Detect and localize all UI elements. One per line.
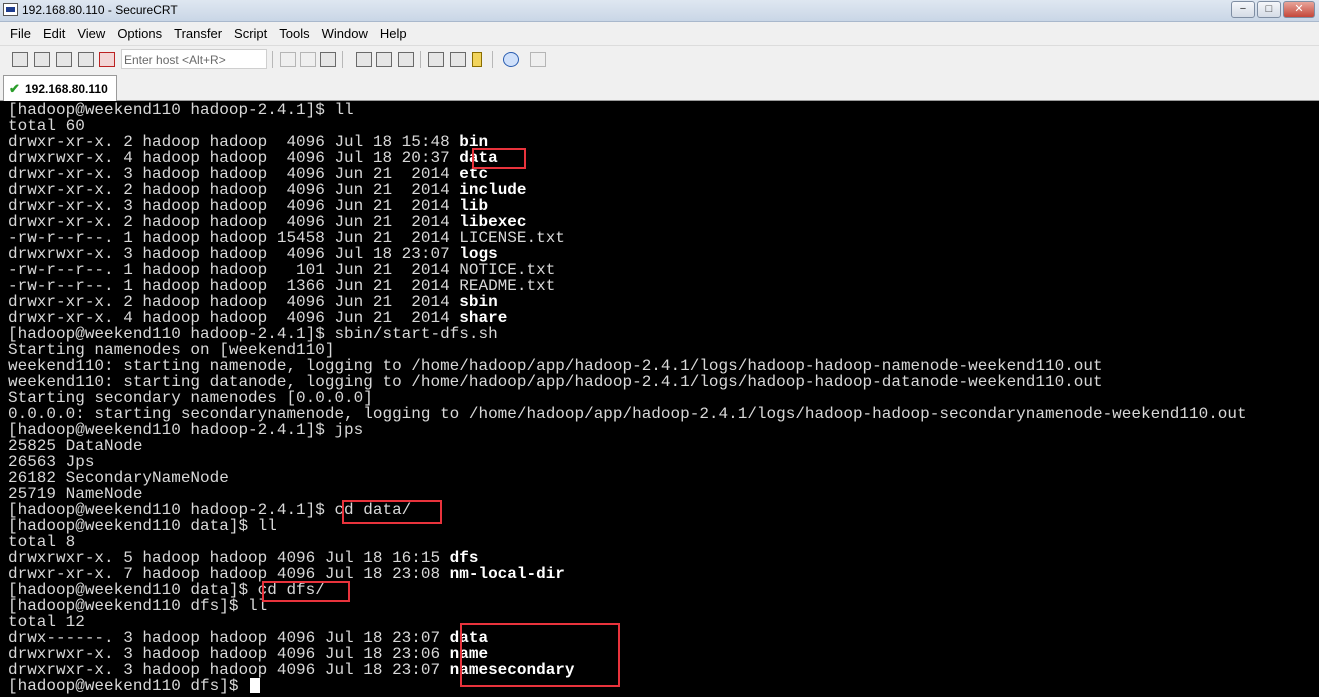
terminal-line: -rw-r--r--. 1 hadoop hadoop 1366 Jun 21 … xyxy=(8,278,1247,294)
securecrt-app-icon[interactable] xyxy=(3,3,18,16)
menu-tools[interactable]: Tools xyxy=(273,26,315,41)
reconnect-icon[interactable] xyxy=(78,52,94,67)
disconnect-icon[interactable] xyxy=(99,52,115,67)
session-tab-label: 192.168.80.110 xyxy=(25,82,108,96)
menu-window[interactable]: Window xyxy=(316,26,374,41)
toolbar-separator xyxy=(272,51,273,68)
terminal-lines: [hadoop@weekend110 hadoop-2.4.1]$ ll tota… xyxy=(8,102,1247,694)
terminal-line: weekend110: starting datanode, logging t… xyxy=(8,374,1247,390)
toolbar-separator xyxy=(492,51,493,68)
print-icon[interactable] xyxy=(376,52,392,67)
title-bar: 192.168.80.110 - SecureCRT − □ ✕ xyxy=(0,0,1319,22)
terminal-line: drwxrwxr-x. 5 hadoop hadoop 4096 Jul 18 … xyxy=(8,550,1247,566)
terminal-line: weekend110: starting namenode, logging t… xyxy=(8,358,1247,374)
toolbar-separator xyxy=(420,51,421,68)
terminal-line: drwxrwxr-x. 3 hadoop hadoop 4096 Jul 18 … xyxy=(8,246,1247,262)
terminal-line: -rw-r--r--. 1 hadoop hadoop 15458 Jun 21… xyxy=(8,230,1247,246)
text-cursor xyxy=(250,678,261,694)
terminal-output[interactable]: [hadoop@weekend110 hadoop-2.4.1]$ ll tota… xyxy=(0,101,1319,697)
menu-view[interactable]: View xyxy=(71,26,111,41)
window-controls: − □ ✕ xyxy=(1229,1,1315,18)
quick-connect-icon[interactable] xyxy=(34,52,50,67)
menu-options[interactable]: Options xyxy=(111,26,168,41)
terminal-line: [hadoop@weekend110 hadoop-2.4.1]$ ll xyxy=(8,102,1247,118)
highlight-box xyxy=(472,148,526,169)
toolbar xyxy=(0,45,1319,72)
connect-icon[interactable] xyxy=(12,52,28,67)
terminal-line: [hadoop@weekend110 hadoop-2.4.1]$ sbin/s… xyxy=(8,326,1247,342)
maximize-button[interactable]: □ xyxy=(1257,1,1281,18)
window-title: 192.168.80.110 - SecureCRT xyxy=(22,3,178,17)
connect-in-tab-icon[interactable] xyxy=(56,52,72,67)
terminal-line: Starting namenodes on [weekend110] xyxy=(8,342,1247,358)
session-options-icon[interactable] xyxy=(428,52,444,67)
copy-icon[interactable] xyxy=(280,52,296,67)
global-options-icon[interactable] xyxy=(450,52,466,67)
terminal-dir-name: nm-local-dir xyxy=(449,565,565,583)
terminal-line: drwxr-xr-x. 2 hadoop hadoop 4096 Jun 21 … xyxy=(8,214,1247,230)
terminal-line: drwxr-xr-x. 7 hadoop hadoop 4096 Jul 18 … xyxy=(8,566,1247,582)
terminal-line: drwxrwxr-x. 3 hadoop hadoop 4096 Jul 18 … xyxy=(8,646,1247,662)
terminal-line: [hadoop@weekend110 hadoop-2.4.1]$ jps xyxy=(8,422,1247,438)
terminal-line: [hadoop@weekend110 dfs]$ xyxy=(8,678,1247,694)
terminal-line: 26563 Jps xyxy=(8,454,1247,470)
terminal-text: [hadoop@weekend110 dfs]$ xyxy=(8,677,249,695)
menu-edit[interactable]: Edit xyxy=(37,26,71,41)
minimize-button[interactable]: − xyxy=(1231,1,1255,18)
highlight-box xyxy=(460,623,620,687)
menu-help[interactable]: Help xyxy=(374,26,413,41)
terminal-line: total 8 xyxy=(8,534,1247,550)
terminal-line: drwxr-xr-x. 2 hadoop hadoop 4096 Jun 21 … xyxy=(8,182,1247,198)
toolbar-separator xyxy=(342,51,343,68)
session-tab[interactable]: ✔ 192.168.80.110 xyxy=(3,75,117,101)
print-setup-icon[interactable] xyxy=(356,52,372,67)
menu-bar: File Edit View Options Transfer Script T… xyxy=(0,22,1319,44)
terminal-line: drwxrwxr-x. 3 hadoop hadoop 4096 Jul 18 … xyxy=(8,662,1247,678)
paste-icon[interactable] xyxy=(300,52,316,67)
terminal-line: drwxrwxr-x. 4 hadoop hadoop 4096 Jul 18 … xyxy=(8,150,1247,166)
terminal-line: [hadoop@weekend110 dfs]$ ll xyxy=(8,598,1247,614)
help-icon[interactable] xyxy=(503,52,519,67)
terminal-line: [hadoop@weekend110 data]$ cd dfs/ xyxy=(8,582,1247,598)
print-selection-icon[interactable] xyxy=(398,52,414,67)
terminal-line: Starting secondary namenodes [0.0.0.0] xyxy=(8,390,1247,406)
menu-transfer[interactable]: Transfer xyxy=(168,26,228,41)
clone-icon[interactable] xyxy=(530,52,546,67)
highlight-box xyxy=(262,581,350,602)
terminal-line: [hadoop@weekend110 data]$ ll xyxy=(8,518,1247,534)
close-button[interactable]: ✕ xyxy=(1283,1,1315,18)
find-icon[interactable] xyxy=(320,52,336,67)
terminal-line: 0.0.0.0: starting secondarynamenode, log… xyxy=(8,406,1247,422)
terminal-line: 25825 DataNode xyxy=(8,438,1247,454)
keymap-icon[interactable] xyxy=(472,52,482,67)
highlight-box xyxy=(342,500,442,524)
terminal-line: drwx------. 3 hadoop hadoop 4096 Jul 18 … xyxy=(8,630,1247,646)
terminal-line: 25719 NameNode xyxy=(8,486,1247,502)
terminal-line: 26182 SecondaryNameNode xyxy=(8,470,1247,486)
session-tab-strip: ✔ 192.168.80.110 xyxy=(0,72,1319,101)
terminal-line: drwxr-xr-x. 4 hadoop hadoop 4096 Jun 21 … xyxy=(8,310,1247,326)
terminal-line: drwxr-xr-x. 3 hadoop hadoop 4096 Jun 21 … xyxy=(8,166,1247,182)
host-input[interactable] xyxy=(121,49,267,69)
menu-script[interactable]: Script xyxy=(228,26,273,41)
terminal-line: drwxr-xr-x. 2 hadoop hadoop 4096 Jul 18 … xyxy=(8,134,1247,150)
terminal-line: drwxr-xr-x. 2 hadoop hadoop 4096 Jun 21 … xyxy=(8,294,1247,310)
terminal-line: total 60 xyxy=(8,118,1247,134)
check-icon: ✔ xyxy=(9,81,20,96)
terminal-line: [hadoop@weekend110 hadoop-2.4.1]$ cd dat… xyxy=(8,502,1247,518)
menu-file[interactable]: File xyxy=(4,26,37,41)
terminal-line: total 12 xyxy=(8,614,1247,630)
terminal-line: drwxr-xr-x. 3 hadoop hadoop 4096 Jun 21 … xyxy=(8,198,1247,214)
terminal-line: -rw-r--r--. 1 hadoop hadoop 101 Jun 21 2… xyxy=(8,262,1247,278)
